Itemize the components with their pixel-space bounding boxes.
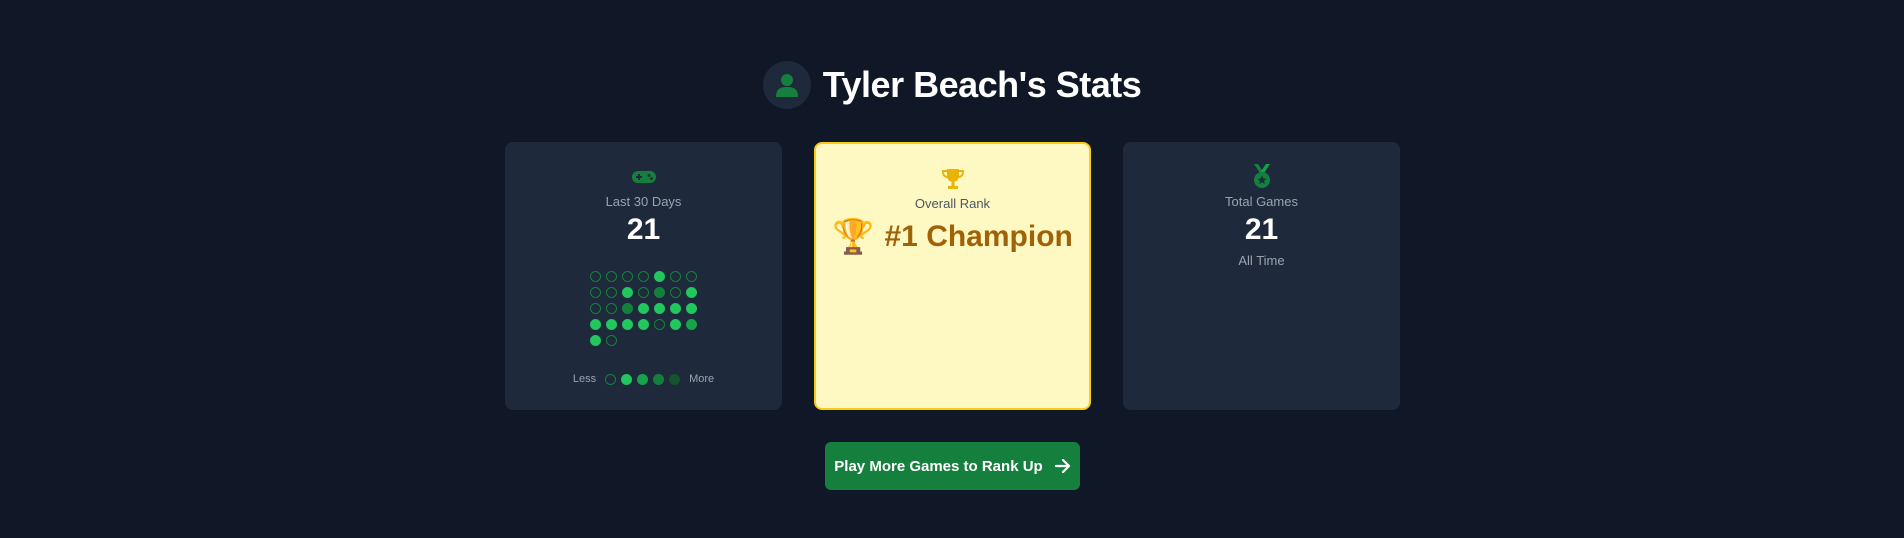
avatar	[762, 61, 811, 109]
activity-day-dot	[654, 319, 665, 330]
activity-day-dot	[606, 271, 617, 282]
recent-activity-card: Last 30 Days 21 Less More	[505, 142, 782, 410]
activity-day-dot	[622, 287, 633, 298]
arrow-right-icon	[1054, 459, 1070, 473]
activity-day-dot	[590, 335, 601, 346]
activity-day-dot	[606, 335, 617, 346]
page-header: Tyler Beach's Stats	[0, 61, 1904, 109]
activity-day-dot	[622, 319, 633, 330]
activity-day-dot	[686, 287, 697, 298]
activity-day-dot	[622, 271, 633, 282]
activity-day-dot	[638, 287, 649, 298]
activity-day-dot	[670, 287, 681, 298]
activity-day-dot	[590, 287, 601, 298]
activity-day-dot	[654, 287, 665, 298]
activity-day-dot	[606, 319, 617, 330]
activity-day-dot	[622, 303, 633, 314]
legend-less-label: Less	[572, 373, 597, 385]
total-games-card: Total Games 21 All Time	[1123, 142, 1400, 410]
activity-day-dot	[638, 303, 649, 314]
activity-day-dot	[670, 303, 681, 314]
legend-scale	[605, 373, 681, 385]
legend-more-label: More	[689, 373, 715, 385]
activity-day-dot	[638, 319, 649, 330]
rank-value: #1 Champion	[884, 220, 1073, 253]
recent-value: 21	[626, 213, 661, 246]
play-more-label: Play More Games to Rank Up	[834, 457, 1043, 475]
activity-day-dot	[670, 271, 681, 282]
activity-day-dot	[654, 271, 665, 282]
legend-dot	[653, 373, 665, 385]
activity-day-dot	[590, 319, 601, 330]
total-label: Total Games	[1225, 194, 1298, 209]
legend-dot	[605, 373, 617, 385]
activity-day-dot	[606, 287, 617, 298]
play-more-button[interactable]: Play More Games to Rank Up	[825, 442, 1080, 490]
activity-day-dot	[638, 271, 649, 282]
activity-day-dot	[670, 319, 681, 330]
legend-dot	[621, 373, 633, 385]
activity-day-dot	[590, 303, 601, 314]
activity-day-dot	[686, 271, 697, 282]
recent-label: Last 30 Days	[605, 194, 682, 209]
legend-dot	[637, 373, 649, 385]
activity-day-dot	[606, 303, 617, 314]
user-icon	[775, 74, 798, 97]
activity-day-dot	[590, 271, 601, 282]
total-value: 21	[1244, 213, 1279, 246]
page-title: Tyler Beach's Stats	[822, 64, 1142, 105]
activity-day-dot	[654, 303, 665, 314]
trophy-emoji-icon: 🏆	[832, 218, 875, 256]
total-sub: All Time	[1238, 253, 1285, 268]
activity-grid	[590, 271, 697, 346]
rank-display: 🏆 #1 Champion	[832, 217, 1073, 257]
activity-day-dot	[686, 319, 697, 330]
medal-icon	[1251, 164, 1273, 188]
trophy-icon	[941, 168, 965, 190]
activity-day-dot	[686, 303, 697, 314]
activity-legend: Less More	[505, 373, 782, 385]
overall-rank-card: Overall Rank 🏆 #1 Champion	[814, 142, 1091, 410]
legend-dot	[669, 373, 681, 385]
gamepad-icon	[631, 166, 657, 188]
rank-label: Overall Rank	[914, 196, 991, 211]
